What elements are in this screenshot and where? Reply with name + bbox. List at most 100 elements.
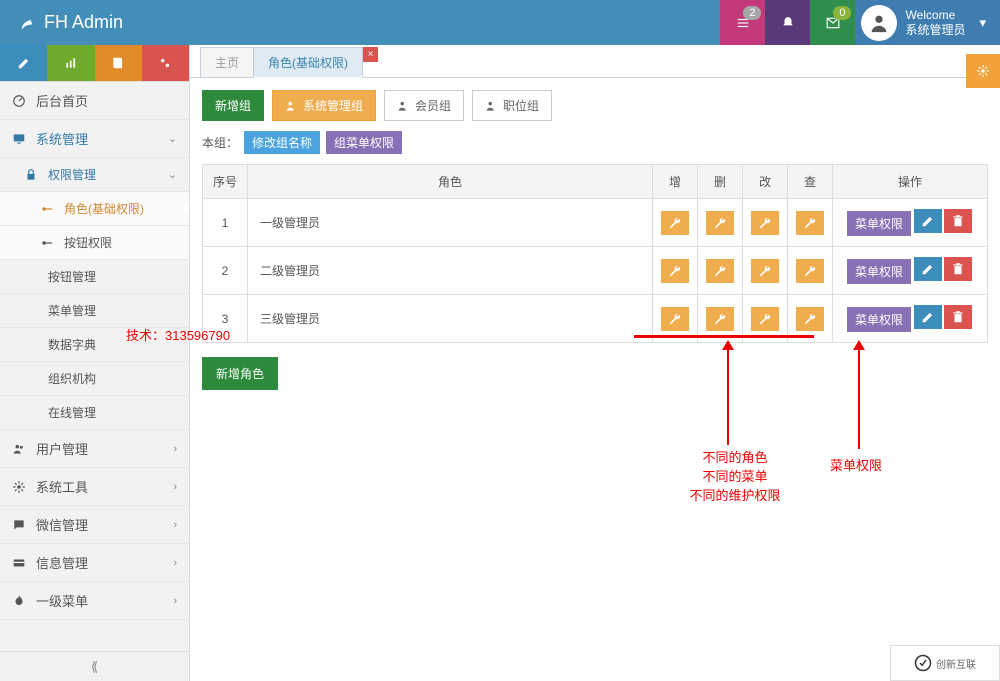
add-role-row: 新增角色: [202, 357, 988, 390]
nav-button-perm[interactable]: 按钮权限: [0, 226, 189, 260]
card-icon: [12, 556, 26, 570]
tab-role[interactable]: 角色(基础权限) ×: [253, 47, 363, 78]
nav-role-basic[interactable]: 角色(基础权限): [0, 192, 189, 226]
th-del: 删: [698, 165, 743, 199]
user-name: 系统管理员: [905, 23, 965, 37]
annotation-underline: [634, 335, 814, 338]
perm-del-button[interactable]: [706, 259, 734, 283]
nav-org[interactable]: 组织机构: [0, 362, 189, 396]
dashboard-icon: [12, 94, 26, 108]
chevron-down-icon: ⌄: [168, 132, 177, 145]
delete-button[interactable]: [944, 209, 972, 233]
sb-settings-button[interactable]: [142, 45, 189, 81]
group-member[interactable]: 会员组: [384, 90, 464, 121]
sb-stats-button[interactable]: [47, 45, 94, 81]
topbar-bell[interactable]: [765, 0, 810, 45]
menu-perm-button[interactable]: 菜单权限: [847, 211, 911, 236]
chevron-down-icon: ⌄: [168, 168, 177, 181]
chevron-right-icon: ›: [173, 519, 177, 531]
perm-qry-button[interactable]: [796, 211, 824, 235]
sidebar-collapse[interactable]: ⟪: [0, 651, 189, 681]
menu-perm-button[interactable]: 菜单权限: [847, 307, 911, 332]
tab-home[interactable]: 主页: [200, 47, 254, 77]
tab-close-button[interactable]: ×: [363, 47, 378, 62]
group-buttons: 新增组 系统管理组 会员组 职位组: [202, 90, 988, 121]
nav-wechat-mgmt[interactable]: 微信管理 ›: [0, 506, 189, 544]
delete-button[interactable]: [944, 257, 972, 281]
settings-fab[interactable]: [966, 54, 1000, 88]
nav-level1-menu[interactable]: 一级菜单 ›: [0, 582, 189, 620]
tab-label: 主页: [215, 56, 239, 70]
group-system[interactable]: 系统管理组: [272, 90, 376, 121]
add-group-button[interactable]: 新增组: [202, 90, 264, 121]
users-icon: [485, 99, 499, 113]
annotation-line: [727, 349, 729, 445]
perm-add-button[interactable]: [661, 307, 689, 331]
nav-system-mgmt[interactable]: 系统管理 ⌄: [0, 120, 189, 158]
topbar-tasks[interactable]: 2: [720, 0, 765, 45]
rename-group-button[interactable]: 修改组名称: [244, 131, 320, 154]
user-icon: [868, 12, 890, 34]
chevron-right-icon: ›: [173, 557, 177, 569]
users-icon: [285, 99, 299, 113]
cell-no: 2: [203, 247, 248, 295]
perm-qry-button[interactable]: [796, 307, 824, 331]
edit-button[interactable]: [914, 209, 942, 233]
nav-label: 在线管理: [48, 404, 96, 421]
topbar-mail[interactable]: 0: [810, 0, 855, 45]
sidebar: 后台首页 系统管理 ⌄ 权限管理 ⌄ 角色(基础权限): [0, 45, 190, 681]
th-no: 序号: [203, 165, 248, 199]
nav-label: 信息管理: [36, 553, 88, 572]
ann-line1: 不同的角色: [675, 447, 795, 466]
nav-label: 后台首页: [36, 91, 88, 110]
delete-button[interactable]: [944, 305, 972, 329]
gear-icon: [976, 64, 990, 78]
nav-info-mgmt[interactable]: 信息管理 ›: [0, 544, 189, 582]
sb-book-button[interactable]: [95, 45, 142, 81]
nav-button-mgmt[interactable]: 按钮管理: [0, 260, 189, 294]
topbar: 2 0 Welcome 系统管理员 ▾: [720, 0, 1000, 45]
watermark-text: 创新互联: [936, 656, 976, 671]
tab-label: 角色(基础权限): [268, 56, 348, 70]
add-role-button[interactable]: 新增角色: [202, 357, 278, 390]
edit-button[interactable]: [914, 305, 942, 329]
perm-add-button[interactable]: [661, 211, 689, 235]
nav-data-dict[interactable]: 数据字典: [0, 328, 189, 362]
nav-online-mgmt[interactable]: 在线管理: [0, 396, 189, 430]
cell-role: 一级管理员: [248, 199, 653, 247]
pencil-icon: [17, 56, 31, 70]
perm-add-button[interactable]: [661, 259, 689, 283]
sb-edit-button[interactable]: [0, 45, 47, 81]
perm-mod-button[interactable]: [751, 259, 779, 283]
table-header-row: 序号 角色 增 删 改 查 操作: [203, 165, 988, 199]
menu-perm-button[interactable]: 菜单权限: [847, 259, 911, 284]
nav-dashboard[interactable]: 后台首页: [0, 82, 189, 120]
th-mod: 改: [743, 165, 788, 199]
group-menu-perm-button[interactable]: 组菜单权限: [326, 131, 402, 154]
page-tabs: 主页 角色(基础权限) ×: [190, 45, 1000, 78]
cell-role: 三级管理员: [248, 295, 653, 343]
nav-label: 按钮管理: [48, 268, 96, 285]
cell-ops: 菜单权限: [833, 247, 988, 295]
top-header: FH Admin 2 0 Welcome 系统管理员 ▾: [0, 0, 1000, 45]
task-badge: 2: [743, 6, 761, 20]
chevron-right-icon: ›: [173, 481, 177, 493]
chevron-down-icon: ▾: [979, 15, 986, 31]
nav-label: 微信管理: [36, 515, 88, 534]
edit-button[interactable]: [914, 257, 942, 281]
table-row: 3三级管理员菜单权限: [203, 295, 988, 343]
user-menu[interactable]: Welcome 系统管理员 ▾: [855, 0, 1000, 45]
nav-permission-mgmt[interactable]: 权限管理 ⌄: [0, 158, 189, 192]
nav-system-tools[interactable]: 系统工具 ›: [0, 468, 189, 506]
perm-qry-button[interactable]: [796, 259, 824, 283]
perm-del-button[interactable]: [706, 211, 734, 235]
users-icon: [12, 442, 26, 456]
nav-user-mgmt[interactable]: 用户管理 ›: [0, 430, 189, 468]
nav-label: 组织机构: [48, 370, 96, 387]
perm-mod-button[interactable]: [751, 307, 779, 331]
perm-mod-button[interactable]: [751, 211, 779, 235]
group-position[interactable]: 职位组: [472, 90, 552, 121]
perm-del-button[interactable]: [706, 307, 734, 331]
nav-label: 一级菜单: [36, 591, 88, 610]
nav-menu-mgmt[interactable]: 菜单管理: [0, 294, 189, 328]
